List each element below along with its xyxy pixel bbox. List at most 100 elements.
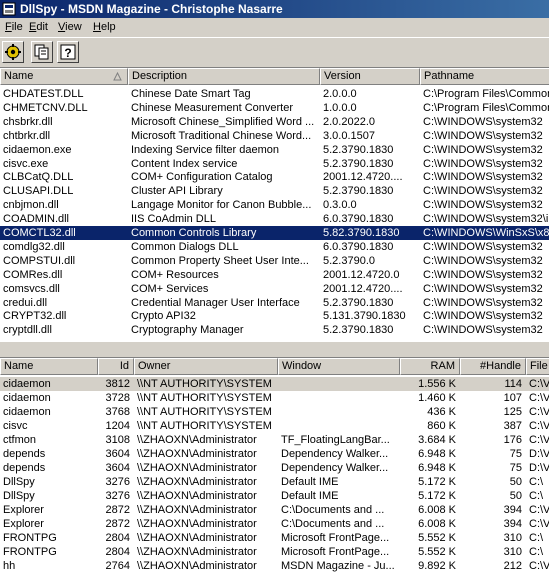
module-name: cryptdll.dll: [3, 324, 52, 337]
process-id: 1204: [105, 420, 130, 432]
col-header-file[interactable]: File: [526, 358, 549, 375]
modules-list[interactable]: Name Description Version Pathname CHDATE…: [0, 68, 549, 341]
process-row[interactable]: FRONTPG 2804 \\ZHAOXN\Administrator Microso…: [0, 531, 549, 545]
col-header-window[interactable]: Window: [278, 358, 400, 375]
process-name: depends: [3, 462, 46, 474]
process-name: cisvc: [3, 420, 28, 432]
col-header-proc-name-label: Name: [4, 360, 34, 372]
process-row[interactable]: cidaemon 3768 \\NT AUTHORITY\SYSTEM 436 K 12…: [0, 405, 549, 419]
module-row[interactable]: CRYPT32.dll Crypto API32 5.131.3790.1830 C:…: [0, 309, 549, 323]
process-name: cidaemon: [3, 378, 51, 390]
process-row[interactable]: DllSpy 3276 \\ZHAOXN\Administrator Default …: [0, 489, 549, 503]
col-header-handle-label: #Handle: [480, 360, 521, 372]
process-handle: 50: [509, 490, 522, 502]
module-row[interactable]: COMPSTUI.dll Common Property Sheet User I…: [0, 254, 549, 268]
process-window: Microsoft FrontPage...: [281, 546, 390, 558]
module-description: Cryptography Manager: [131, 324, 244, 337]
module-row[interactable]: cidaemon.exe Indexing Service filter daem…: [0, 143, 549, 157]
module-pathname: C:\WINDOWS\system32: [423, 185, 543, 198]
col-header-version[interactable]: Version: [320, 68, 420, 85]
menu-file[interactable]: File: [5, 20, 23, 35]
process-file: C:\V: [529, 406, 549, 418]
process-row[interactable]: FRONTPG 2804 \\ZHAOXN\Administrator Microso…: [0, 545, 549, 559]
module-description: COM+ Resources: [131, 268, 219, 281]
col-header-name-label: Name: [4, 70, 34, 82]
module-row[interactable]: cryptdll.dll Cryptography Manager 5.2.3790…: [0, 323, 549, 337]
window-title: DllSpy - MSDN Magazine - Christophe Nasa…: [20, 2, 283, 16]
module-row[interactable]: CHDATEST.DLL Chinese Date Smart Tag 2.0.0.…: [0, 87, 549, 101]
module-name: CHDATEST.DLL: [3, 88, 84, 100]
menu-bar: File Edit View Help: [0, 18, 549, 37]
module-pathname: C:\WINDOWS\system32: [423, 296, 543, 309]
processes-list[interactable]: Name Id Owner Window RAM #Handle File ci…: [0, 358, 549, 574]
col-header-name[interactable]: Name: [0, 68, 128, 85]
col-header-description[interactable]: Description: [128, 68, 320, 85]
module-row[interactable]: cnbjmon.dll Langage Monitor for Canon Bub…: [0, 198, 549, 212]
process-row[interactable]: ctfmon 3108 \\ZHAOXN\Administrator TF_Float…: [0, 433, 549, 447]
process-file: C:\V: [529, 560, 549, 572]
copy-button[interactable]: [31, 41, 53, 63]
process-row[interactable]: cidaemon 3812 \\NT AUTHORITY\SYSTEM 1.556 K…: [0, 377, 549, 391]
menu-edit[interactable]: Edit: [29, 20, 48, 35]
module-pathname: C:\Program Files\Common: [423, 101, 549, 114]
toolbar: ?: [0, 37, 549, 68]
module-pathname: C:\WINDOWS\system32\in: [423, 213, 549, 226]
module-version: 2001.12.4720....: [323, 282, 403, 295]
col-header-ram[interactable]: RAM: [400, 358, 460, 375]
process-ram: 5.172 K: [418, 490, 456, 502]
process-row[interactable]: cisvc 1204 \\NT AUTHORITY\SYSTEM 860 K 387 C:…: [0, 419, 549, 433]
col-header-id[interactable]: Id: [98, 358, 134, 375]
process-owner: \\ZHAOXN\Administrator: [137, 518, 257, 530]
module-version: 5.2.3790.1830: [323, 296, 394, 309]
process-id: 3276: [105, 476, 130, 488]
module-row[interactable]: COMCTL32.dll Common Controls Library 5.82.…: [0, 226, 549, 240]
process-row[interactable]: depends 3604 \\ZHAOXN\Administrator Depende…: [0, 447, 549, 461]
module-version: 5.2.3790.1830: [323, 324, 394, 337]
process-handle: 75: [509, 448, 522, 460]
process-handle: 107: [503, 392, 522, 404]
module-name: CLBCatQ.DLL: [3, 171, 74, 184]
module-row[interactable]: CHMETCNV.DLL Chinese Measurement Converte…: [0, 101, 549, 115]
process-ram: 6.008 K: [418, 518, 456, 530]
module-pathname: C:\WINDOWS\system32: [423, 240, 543, 253]
module-row[interactable]: CLUSAPI.DLL Cluster API Library 5.2.3790.1…: [0, 184, 549, 198]
module-row[interactable]: credui.dll Credential Manager User Interf…: [0, 296, 549, 310]
module-row[interactable]: CLBCatQ.DLL COM+ Configuration Catalog 200…: [0, 170, 549, 184]
col-header-proc-name[interactable]: Name: [0, 358, 98, 375]
module-row[interactable]: COADMIN.dll IIS CoAdmin DLL 6.0.3790.1830 C…: [0, 212, 549, 226]
process-ram: 6.948 K: [418, 448, 456, 460]
process-row[interactable]: Explorer 2872 \\ZHAOXN\Administrator C:\Doc…: [0, 503, 549, 517]
col-header-handle[interactable]: #Handle: [460, 358, 526, 375]
title-bar[interactable]: DllSpy - MSDN Magazine - Christophe Nasa…: [0, 0, 549, 18]
module-name: cidaemon.exe: [3, 143, 72, 156]
process-file: C:\: [529, 532, 544, 544]
module-row[interactable]: chtbrkr.dll Microsoft Traditional Chinese…: [0, 129, 549, 143]
help-button[interactable]: ?: [57, 41, 79, 63]
process-file: D:\V: [529, 448, 549, 460]
module-description: Chinese Date Smart Tag: [131, 88, 251, 100]
module-row[interactable]: comsvcs.dll COM+ Services 2001.12.4720....…: [0, 282, 549, 296]
process-row[interactable]: hh 2764 \\ZHAOXN\Administrator MSDN Magazin…: [0, 559, 549, 573]
process-row[interactable]: cidaemon 3728 \\NT AUTHORITY\SYSTEM 1.460 K…: [0, 391, 549, 405]
module-row[interactable]: comdlg32.dll Common Dialogs DLL 6.0.3790.1…: [0, 240, 549, 254]
process-handle: 310: [503, 532, 522, 544]
col-header-window-label: Window: [282, 360, 322, 372]
menu-help[interactable]: Help: [93, 20, 116, 35]
process-name: Explorer: [3, 518, 44, 530]
module-row[interactable]: cisvc.exe Content Index service 5.2.3790.1…: [0, 157, 549, 171]
settings-button[interactable]: [2, 41, 24, 63]
process-handle: 176: [503, 434, 522, 446]
module-row[interactable]: chsbrkr.dll Microsoft Chinese_Simplified …: [0, 115, 549, 129]
process-row[interactable]: Explorer 2872 \\ZHAOXN\Administrator C:\Doc…: [0, 517, 549, 531]
col-header-owner[interactable]: Owner: [134, 358, 278, 375]
process-name: cidaemon: [3, 392, 51, 404]
process-name: FRONTPG: [3, 546, 57, 558]
module-version: 1.0.0.0: [323, 101, 357, 114]
menu-view[interactable]: View: [58, 20, 82, 35]
module-row[interactable]: COMRes.dll COM+ Resources 2001.12.4720.0 C:…: [0, 268, 549, 282]
col-header-owner-label: Owner: [138, 360, 171, 372]
process-row[interactable]: depends 3604 \\ZHAOXN\Administrator Depende…: [0, 461, 549, 475]
pane-splitter[interactable]: [0, 341, 549, 358]
col-header-pathname[interactable]: Pathname: [420, 68, 549, 85]
process-row[interactable]: DllSpy 3276 \\ZHAOXN\Administrator Default …: [0, 475, 549, 489]
